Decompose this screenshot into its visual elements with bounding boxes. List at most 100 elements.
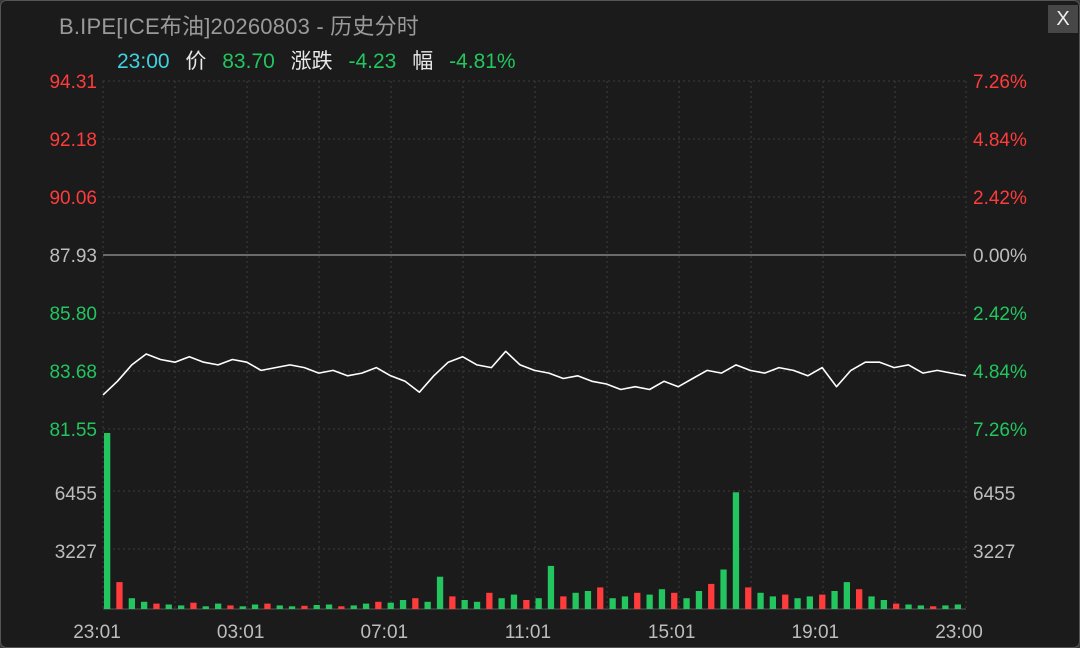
volume-bar xyxy=(695,591,703,609)
volume-bar xyxy=(510,594,518,609)
y-tick-left: 81.55 xyxy=(49,420,97,441)
volume-bar xyxy=(584,591,592,609)
x-tick: 07:01 xyxy=(361,622,409,643)
volume-bar xyxy=(362,603,370,609)
volume-bar xyxy=(658,589,666,609)
volume-tick-left: 3227 xyxy=(55,542,97,563)
x-tick: 23:00 xyxy=(935,622,983,643)
volume-bar xyxy=(634,592,641,609)
y-tick-left: 92.18 xyxy=(49,130,97,151)
volume-bar xyxy=(116,582,123,609)
volume-bar xyxy=(597,587,604,609)
volume-bar xyxy=(572,592,579,609)
volume-bar xyxy=(288,606,296,609)
volume-bar xyxy=(227,605,234,609)
volume-bar xyxy=(190,602,197,609)
volume-bar xyxy=(153,603,160,609)
grid xyxy=(102,80,967,610)
y-tick-left: 85.80 xyxy=(49,304,97,325)
chart-window: B.IPE[ICE布油]20260803 - 历史分时 X 23:00 价 83… xyxy=(0,0,1080,648)
chart-svg: 94.31 92.18 90.06 87.93 85.80 83.68 81.55 7.26%… xyxy=(49,72,1027,643)
x-tick: 15:01 xyxy=(648,622,696,643)
y-tick-right: 2.42% xyxy=(973,188,1027,209)
volume-bar xyxy=(671,592,678,609)
volume-bars xyxy=(104,433,961,609)
volume-bar xyxy=(399,600,407,609)
volume-bar xyxy=(313,605,320,609)
volume-bar xyxy=(449,596,456,609)
volume-bar xyxy=(547,565,555,609)
y-tick-right: 7.26% xyxy=(973,72,1027,93)
volume-bar xyxy=(264,603,271,609)
volume-bar xyxy=(165,604,172,609)
volume-bar xyxy=(560,596,567,609)
volume-bar xyxy=(942,605,949,609)
y-tick-right: 7.26% xyxy=(973,420,1027,441)
volume-bar xyxy=(930,606,937,609)
y-tick-right: 0.00% xyxy=(973,246,1027,267)
volume-bar xyxy=(325,604,333,609)
volume-bar xyxy=(141,601,148,609)
volume-bar xyxy=(782,594,789,609)
volume-bar xyxy=(609,598,616,609)
volume-bar xyxy=(683,598,690,609)
volume-bar xyxy=(387,602,394,609)
volume-bar xyxy=(819,594,826,609)
volume-bar xyxy=(486,592,493,609)
volume-bar xyxy=(794,598,801,609)
volume-bar xyxy=(301,605,308,609)
volume-bar xyxy=(843,582,850,609)
x-tick: 23:01 xyxy=(73,622,121,643)
volume-tick-left: 6455 xyxy=(55,484,97,505)
volume-bar xyxy=(276,605,283,609)
y-tick-right: 4.84% xyxy=(973,362,1027,383)
volume-bar xyxy=(202,606,209,609)
y-tick-left: 83.68 xyxy=(49,362,97,383)
volume-bar xyxy=(178,605,185,609)
volume-bar xyxy=(523,600,530,609)
volume-bar xyxy=(350,605,357,609)
volume-bar xyxy=(535,598,542,609)
volume-tick-right: 6455 xyxy=(973,484,1015,505)
volume-tick-right: 3227 xyxy=(973,542,1015,563)
volume-bar xyxy=(646,594,653,609)
y-tick-left: 94.31 xyxy=(49,72,97,93)
volume-bar xyxy=(831,591,838,609)
volume-bar xyxy=(621,596,629,609)
volume-bar xyxy=(905,604,912,609)
y-tick-left: 87.93 xyxy=(49,246,97,267)
volume-bar xyxy=(917,605,924,609)
tick-labels: 94.31 92.18 90.06 87.93 85.80 83.68 81.55 7.26%… xyxy=(49,72,1027,643)
volume-bar xyxy=(732,492,740,609)
volume-bar xyxy=(954,604,961,609)
x-tick: 19:01 xyxy=(792,622,840,643)
volume-bar xyxy=(708,583,715,609)
volume-bar xyxy=(769,596,776,609)
volume-bar xyxy=(498,598,505,609)
x-tick: 11:01 xyxy=(505,622,551,643)
volume-bar xyxy=(757,592,764,609)
volume-bar xyxy=(473,601,481,609)
volume-bar xyxy=(436,576,444,609)
x-tick: 03:01 xyxy=(217,622,265,643)
volume-bar xyxy=(893,603,900,609)
volume-bar xyxy=(868,596,875,609)
volume-bar xyxy=(880,600,887,609)
volume-bar xyxy=(461,600,468,609)
volume-bar xyxy=(239,606,246,609)
y-tick-left: 90.06 xyxy=(49,188,97,209)
y-tick-right: 2.42% xyxy=(973,304,1027,325)
volume-bar xyxy=(128,598,135,609)
volume-bar xyxy=(338,606,345,609)
volume-bar xyxy=(215,603,222,609)
volume-bar xyxy=(412,598,419,609)
volume-bar xyxy=(375,601,382,609)
y-tick-right: 4.84% xyxy=(973,130,1027,151)
volume-bar xyxy=(424,601,431,609)
volume-bar xyxy=(806,596,813,609)
volume-bar xyxy=(745,587,752,609)
volume-bar xyxy=(856,589,863,609)
volume-bar xyxy=(251,604,259,609)
volume-bar xyxy=(104,433,111,609)
volume-bar xyxy=(720,569,727,609)
